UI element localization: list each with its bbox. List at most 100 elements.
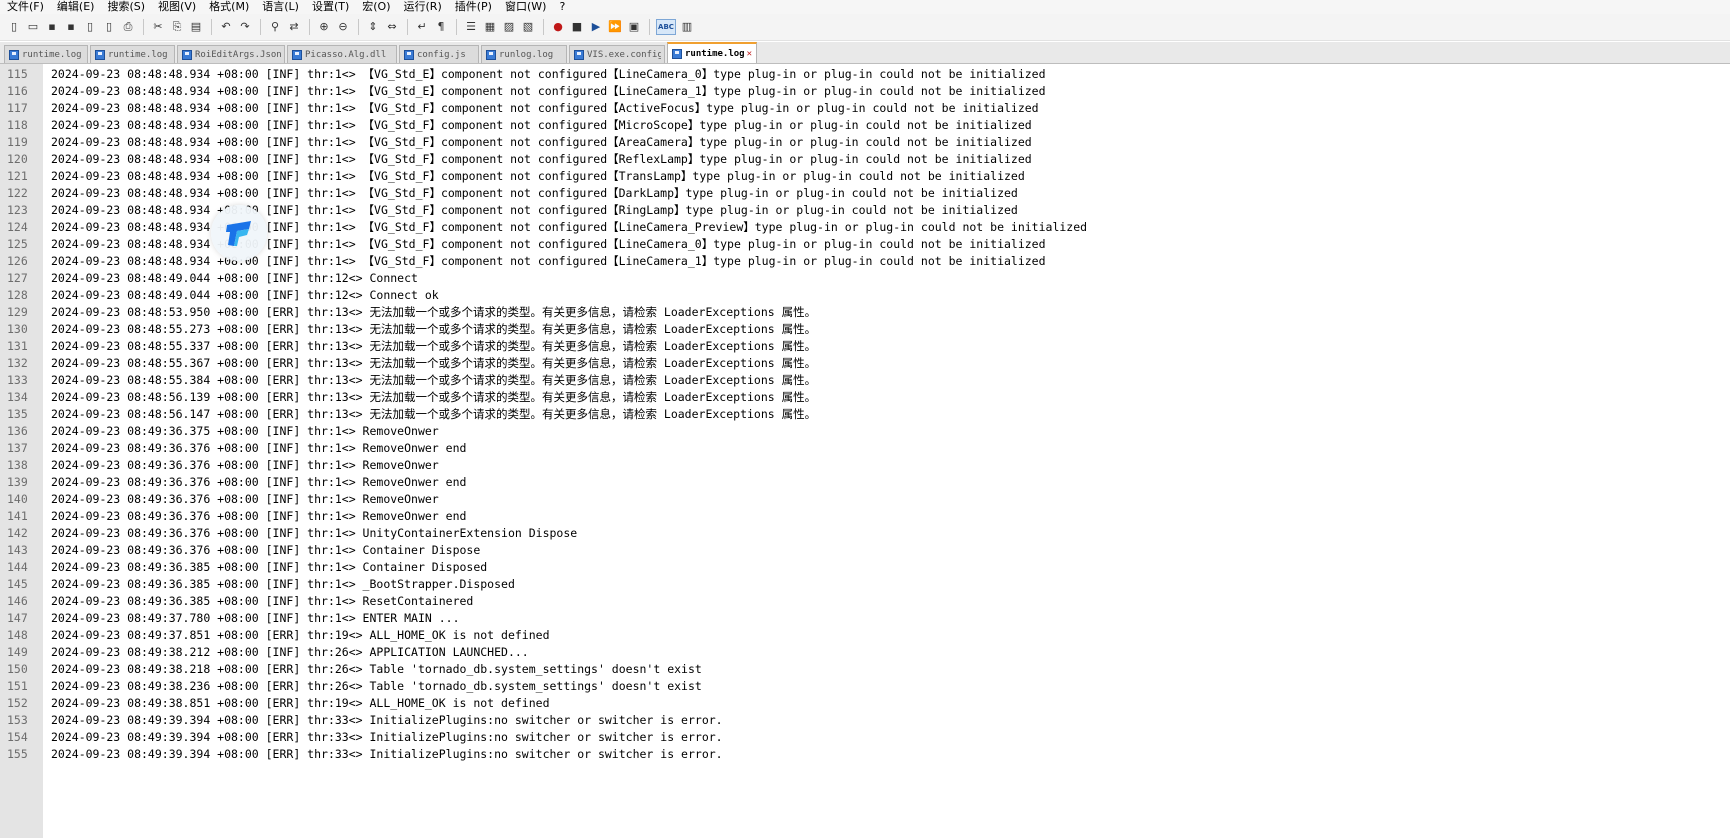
indent-guide-icon[interactable]: ☰ <box>463 19 479 35</box>
code-line[interactable]: 2024-09-23 08:49:36.385 +08:00 [INF] thr… <box>51 559 1087 576</box>
menu-item-9[interactable]: 插件(P) <box>455 0 492 14</box>
line-number: 143 <box>7 543 28 557</box>
line-number: 127 <box>7 271 28 285</box>
code-line[interactable]: 2024-09-23 08:48:48.934 +08:00 [INF] thr… <box>51 253 1087 270</box>
play-multiple-macro-icon[interactable]: ⏩ <box>607 19 623 35</box>
code-line[interactable]: 2024-09-23 08:49:36.376 +08:00 [INF] thr… <box>51 525 1087 542</box>
tab-5[interactable]: runlog.log <box>481 45 567 63</box>
play-macro-icon[interactable]: ▶ <box>588 19 604 35</box>
code-line[interactable]: 2024-09-23 08:49:37.780 +08:00 [INF] thr… <box>51 610 1087 627</box>
user-language-icon[interactable]: ▦ <box>482 19 498 35</box>
tab-1[interactable]: runtime.log <box>90 45 175 63</box>
code-line[interactable]: 2024-09-23 08:48:49.044 +08:00 [INF] thr… <box>51 287 1087 304</box>
redo-icon[interactable]: ↷ <box>237 19 253 35</box>
code-line[interactable]: 2024-09-23 08:48:55.384 +08:00 [ERR] thr… <box>51 372 1087 389</box>
menu-item-0[interactable]: 文件(F) <box>7 0 44 14</box>
code-line[interactable]: 2024-09-23 08:49:36.385 +08:00 [INF] thr… <box>51 593 1087 610</box>
close-tab-icon[interactable]: ✕ <box>747 49 752 59</box>
word-wrap-icon[interactable]: ↵ <box>414 19 430 35</box>
code-line[interactable]: 2024-09-23 08:49:36.375 +08:00 [INF] thr… <box>51 423 1087 440</box>
code-line[interactable]: 2024-09-23 08:49:38.218 +08:00 [ERR] thr… <box>51 661 1087 678</box>
replace-icon[interactable]: ⇄ <box>286 19 302 35</box>
zoom-out-icon[interactable]: ⊖ <box>335 19 351 35</box>
code-line[interactable]: 2024-09-23 08:48:48.934 +08:00 [INF] thr… <box>51 219 1087 236</box>
code-line[interactable]: 2024-09-23 08:48:48.934 +08:00 [INF] thr… <box>51 100 1087 117</box>
code-line[interactable]: 2024-09-23 08:48:56.139 +08:00 [ERR] thr… <box>51 389 1087 406</box>
menu-item-8[interactable]: 运行(R) <box>404 0 442 14</box>
code-line[interactable]: 2024-09-23 08:48:48.934 +08:00 [INF] thr… <box>51 83 1087 100</box>
menu-item-4[interactable]: 格式(M) <box>209 0 249 14</box>
zoom-in-icon[interactable]: ⊕ <box>316 19 332 35</box>
save-icon[interactable]: ▪ <box>44 19 60 35</box>
menu-item-11[interactable]: ? <box>559 0 565 14</box>
code-line[interactable]: 2024-09-23 08:49:36.376 +08:00 [INF] thr… <box>51 457 1087 474</box>
copy-icon[interactable]: ⎘ <box>169 19 185 35</box>
code-line[interactable]: 2024-09-23 08:48:55.367 +08:00 [ERR] thr… <box>51 355 1087 372</box>
toolbar-separator <box>358 19 359 35</box>
code-line[interactable]: 2024-09-23 08:48:55.337 +08:00 [ERR] thr… <box>51 338 1087 355</box>
tab-4[interactable]: config.js <box>399 45 479 63</box>
code-line[interactable]: 2024-09-23 08:49:38.236 +08:00 [ERR] thr… <box>51 678 1087 695</box>
record-macro-icon[interactable]: ● <box>550 19 566 35</box>
open-file-icon[interactable]: ▭ <box>25 19 41 35</box>
menu-item-5[interactable]: 语言(L) <box>262 0 299 14</box>
code-line[interactable]: 2024-09-23 08:48:48.934 +08:00 [INF] thr… <box>51 151 1087 168</box>
code-line[interactable]: 2024-09-23 08:49:39.394 +08:00 [ERR] thr… <box>51 746 1087 763</box>
menu-item-2[interactable]: 搜索(S) <box>107 0 145 14</box>
spellcheck-options-icon[interactable]: ▥ <box>679 19 695 35</box>
tab-3[interactable]: Picasso.Alg.dll <box>287 45 397 63</box>
menu-item-3[interactable]: 视图(V) <box>158 0 196 14</box>
function-list-icon[interactable]: ▨ <box>501 19 517 35</box>
sync-horizontal-icon[interactable]: ⇔ <box>384 19 400 35</box>
doc-map-icon[interactable]: ▧ <box>520 19 536 35</box>
code-line[interactable]: 2024-09-23 08:49:36.376 +08:00 [INF] thr… <box>51 440 1087 457</box>
code-line[interactable]: 2024-09-23 08:48:48.934 +08:00 [INF] thr… <box>51 168 1087 185</box>
code-line[interactable]: 2024-09-23 08:49:36.376 +08:00 [INF] thr… <box>51 474 1087 491</box>
close-all-icon[interactable]: ▯ <box>101 19 117 35</box>
code-line[interactable]: 2024-09-23 08:49:36.376 +08:00 [INF] thr… <box>51 508 1087 525</box>
floating-assistant-icon[interactable] <box>211 205 267 261</box>
code-line[interactable]: 2024-09-23 08:49:36.385 +08:00 [INF] thr… <box>51 576 1087 593</box>
code-line[interactable]: 2024-09-23 08:48:48.934 +08:00 [INF] thr… <box>51 117 1087 134</box>
code-line[interactable]: 2024-09-23 08:48:48.934 +08:00 [INF] thr… <box>51 236 1087 253</box>
code-line[interactable]: 2024-09-23 08:48:56.147 +08:00 [ERR] thr… <box>51 406 1087 423</box>
menu-item-7[interactable]: 宏(O) <box>362 0 390 14</box>
print-icon[interactable]: ⎙ <box>120 19 136 35</box>
tab-7[interactable]: runtime.log ✕ <box>667 42 757 63</box>
find-icon[interactable]: ⚲ <box>267 19 283 35</box>
new-file-icon[interactable]: ▯ <box>6 19 22 35</box>
code-line[interactable]: 2024-09-23 08:49:38.851 +08:00 [ERR] thr… <box>51 695 1087 712</box>
code-line[interactable]: 2024-09-23 08:48:53.950 +08:00 [ERR] thr… <box>51 304 1087 321</box>
tab-0[interactable]: runtime.log <box>4 45 88 63</box>
spellcheck-icon[interactable]: ABC <box>656 19 676 35</box>
code-line[interactable]: 2024-09-23 08:49:36.376 +08:00 [INF] thr… <box>51 542 1087 559</box>
code-line[interactable]: 2024-09-23 08:48:48.934 +08:00 [INF] thr… <box>51 202 1087 219</box>
code-line[interactable]: 2024-09-23 08:48:55.273 +08:00 [ERR] thr… <box>51 321 1087 338</box>
code-area[interactable]: 2024-09-23 08:48:48.934 +08:00 [INF] thr… <box>43 64 1087 838</box>
code-line[interactable]: 2024-09-23 08:49:38.212 +08:00 [INF] thr… <box>51 644 1087 661</box>
save-macro-icon[interactable]: ▣ <box>626 19 642 35</box>
paste-icon[interactable]: ▤ <box>188 19 204 35</box>
code-line[interactable]: 2024-09-23 08:49:39.394 +08:00 [ERR] thr… <box>51 712 1087 729</box>
code-line[interactable]: 2024-09-23 08:48:48.934 +08:00 [INF] thr… <box>51 66 1087 83</box>
code-line[interactable]: 2024-09-23 08:48:48.934 +08:00 [INF] thr… <box>51 185 1087 202</box>
code-line[interactable]: 2024-09-23 08:49:36.376 +08:00 [INF] thr… <box>51 491 1087 508</box>
code-line[interactable]: 2024-09-23 08:48:49.044 +08:00 [INF] thr… <box>51 270 1087 287</box>
menu-item-10[interactable]: 窗口(W) <box>505 0 546 14</box>
tab-2[interactable]: RoiEditArgs.Json <box>177 45 285 63</box>
stop-macro-icon[interactable]: ■ <box>569 19 585 35</box>
editor[interactable]: 115 116 117 118 119 120 121 122 123 124 125 126 127 1… <box>0 64 1730 838</box>
tab-6[interactable]: VIS.exe.config <box>569 45 665 63</box>
close-file-icon[interactable]: ▯ <box>82 19 98 35</box>
save-all-icon[interactable]: ▪ <box>63 19 79 35</box>
code-line[interactable]: 2024-09-23 08:49:37.851 +08:00 [ERR] thr… <box>51 627 1087 644</box>
code-line[interactable]: 2024-09-23 08:49:39.394 +08:00 [ERR] thr… <box>51 729 1087 746</box>
cut-icon[interactable]: ✂ <box>150 19 166 35</box>
menu-item-6[interactable]: 设置(T) <box>312 0 349 14</box>
file-saved-icon <box>9 49 19 60</box>
show-all-chars-icon[interactable]: ¶ <box>433 19 449 35</box>
menu-item-1[interactable]: 编辑(E) <box>57 0 95 14</box>
undo-icon[interactable]: ↶ <box>218 19 234 35</box>
code-line[interactable]: 2024-09-23 08:48:48.934 +08:00 [INF] thr… <box>51 134 1087 151</box>
sync-vertical-icon[interactable]: ⇕ <box>365 19 381 35</box>
